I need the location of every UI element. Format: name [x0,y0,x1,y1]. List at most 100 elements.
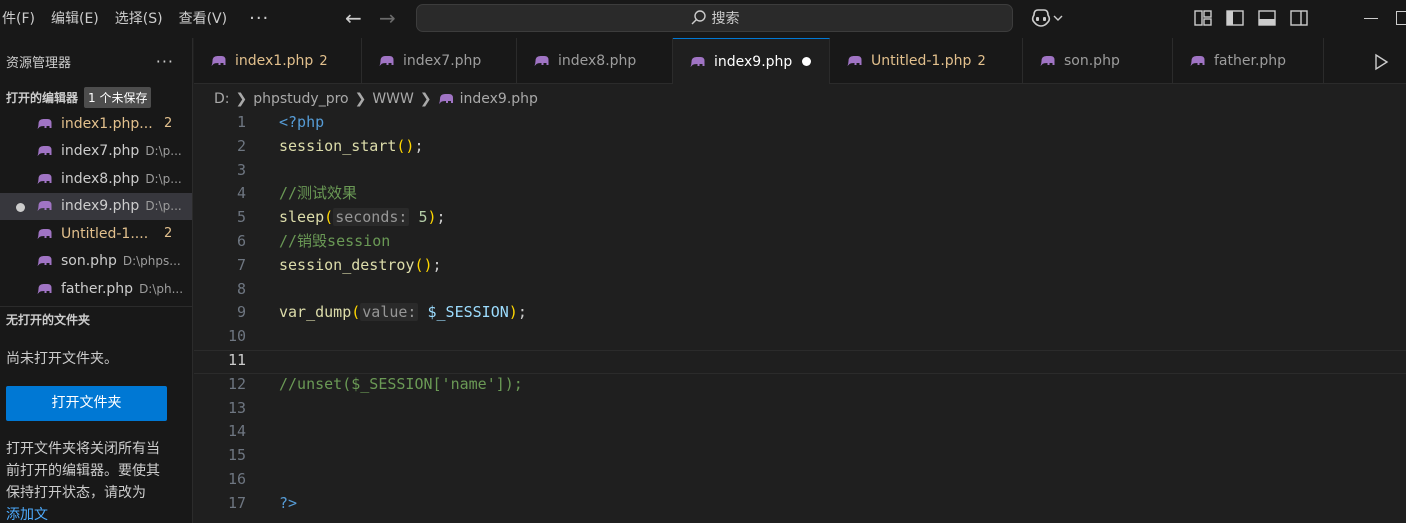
menu-bar: 件(F) 编辑(E) 选择(S) 查看(V) ··· [0,0,283,38]
php-elephant-icon [438,94,453,104]
editor-tab[interactable]: Untitled-1.php 2 [830,38,1023,84]
help-text-body: 打开文件夹将关闭所有当前打开的编辑器。要使其保持打开状态，请改为 [6,440,160,501]
menu-edit[interactable]: 编辑(E) [43,0,107,38]
open-editor-name: father.php [61,280,134,297]
open-editor-item[interactable]: son.php D:\phps... [0,248,192,276]
tab-label: index7.php [403,53,482,69]
copilot-menu[interactable] [1030,8,1064,28]
code-line-1: <?php [279,113,325,131]
command-center-search[interactable]: 搜索 [416,4,1013,32]
breadcrumb-folder-www[interactable]: WWW [372,91,414,107]
menu-select[interactable]: 选择(S) [107,0,171,38]
tab-label: index1.php [235,53,314,69]
code-line-2: session_start(); [279,137,424,155]
code-line-5: sleep(seconds: 5); [279,208,446,226]
inlay-hint: value: [360,303,419,321]
php-elephant-icon [37,201,52,212]
line-number: 2 [236,136,246,155]
menu-more-button[interactable]: ··· [235,2,283,36]
open-folder-button[interactable]: 打开文件夹 [6,385,167,421]
menu-view[interactable]: 查看(V) [171,0,236,38]
line-number: 10 [227,327,246,346]
open-editor-name: index1.php... [61,115,153,132]
chevron-down-icon [1053,15,1063,21]
line-number: 3 [236,160,246,179]
line-number: 6 [236,232,246,250]
open-editor-item[interactable]: index9.php D:\p... [0,192,192,220]
unsaved-dot-icon[interactable] [802,57,812,66]
no-folder-header[interactable]: 无打开的文件夹 [0,305,192,332]
line-number: 9 [236,303,246,322]
open-folder-help-text: 打开文件夹将关闭所有当前打开的编辑器。要使其保持打开状态，请改为 添加文 [0,421,168,523]
open-editor-name: index9.php [61,198,140,215]
open-editor-path: D:\phps... [122,254,181,269]
open-editor-name: Untitled-1.... [61,225,149,242]
editor-tab[interactable]: index1.php 2 [194,38,362,84]
open-editor-path: D:\p... [145,144,182,159]
line-number: 4 [236,184,246,203]
editor-tab[interactable]: son.php [1023,38,1173,84]
toggle-primary-sidebar-icon[interactable] [1225,8,1245,28]
editor-tab[interactable]: index7.php [362,38,517,84]
toggle-secondary-sidebar-icon[interactable] [1289,8,1309,28]
run-play-icon[interactable] [1372,53,1390,71]
add-folder-link[interactable]: 添加文 [6,507,48,523]
code-line-6: //销毁session [279,232,391,250]
title-bar: 件(F) 编辑(E) 选择(S) 查看(V) ··· ← → 搜索 [0,0,1406,38]
menu-file[interactable]: 件(F) [0,0,43,38]
tab-problem-count: 2 [319,53,328,69]
minimize-window-icon[interactable] [1364,18,1378,19]
line-number: 12 [227,374,246,393]
tab-label: father.php [1214,53,1287,69]
open-editor-item[interactable]: index8.php D:\p... [0,165,192,193]
php-elephant-icon [37,173,52,184]
line-number: 16 [227,470,246,488]
code-line-7: session_destroy(); [279,256,442,274]
editor-tab[interactable]: index8.php [517,38,673,84]
explorer-more-button[interactable]: ··· [156,52,174,71]
unsaved-dot-icon[interactable] [16,202,25,212]
maximize-window-icon[interactable] [1396,11,1406,25]
editor-tab[interactable]: father.php [1173,38,1324,84]
explorer-title: 资源管理器 [6,55,72,71]
back-arrow-icon[interactable]: ← [345,6,362,30]
php-elephant-icon [37,146,52,157]
breadcrumb: D: ❯ phpstudy_pro ❯ WWW ❯ index9.php [214,88,538,110]
search-icon [691,10,706,25]
php-elephant-icon [37,256,52,267]
tab-problem-count: 2 [977,53,986,69]
current-line-highlight [194,350,1406,374]
open-editor-item[interactable]: index1.php... 2 [0,110,192,138]
open-editor-item[interactable]: father.php D:\ph... [0,275,192,303]
php-elephant-icon [1190,56,1205,66]
tab-label: son.php [1064,53,1120,69]
breadcrumb-file[interactable]: index9.php [460,91,538,107]
open-editor-name: index8.php [61,170,140,187]
open-editor-path: D:\p... [145,171,182,186]
chevron-right-icon: ❯ [419,91,432,107]
problem-count-badge: 2 [164,226,173,242]
customize-layout-icon[interactable] [1193,8,1213,28]
tab-label: index9.php [714,53,793,70]
open-editor-item[interactable]: index7.php D:\p... [0,138,192,166]
chevron-right-icon: ❯ [354,91,367,107]
inlay-hint: seconds: [333,208,410,226]
php-elephant-icon [379,56,394,66]
open-editor-item[interactable]: Untitled-1.... 2 [0,220,192,248]
breadcrumb-folder-phpstudy[interactable]: phpstudy_pro [253,91,348,107]
editor-tab[interactable]: index9.php [673,38,830,84]
php-elephant-icon [534,56,549,66]
code-editor[interactable]: 1 2 3 4 5 6 7 8 9 10 11 12 13 14 15 16 17 <?php session_… [194,110,1406,523]
layout-controls [1193,8,1309,28]
open-editor-name: index7.php [61,143,140,160]
open-editors-header[interactable]: 打开的编辑器 1 个未保存 [0,84,192,110]
open-editor-path: D:\p... [145,199,182,214]
forward-arrow-icon[interactable]: → [379,6,396,30]
copilot-icon [1031,9,1051,27]
line-number: 7 [236,255,246,274]
php-elephant-icon [1040,56,1055,66]
search-label: 搜索 [711,11,740,27]
line-number: 13 [227,398,246,417]
breadcrumb-drive[interactable]: D: [214,91,230,107]
toggle-panel-icon[interactable] [1257,8,1277,28]
